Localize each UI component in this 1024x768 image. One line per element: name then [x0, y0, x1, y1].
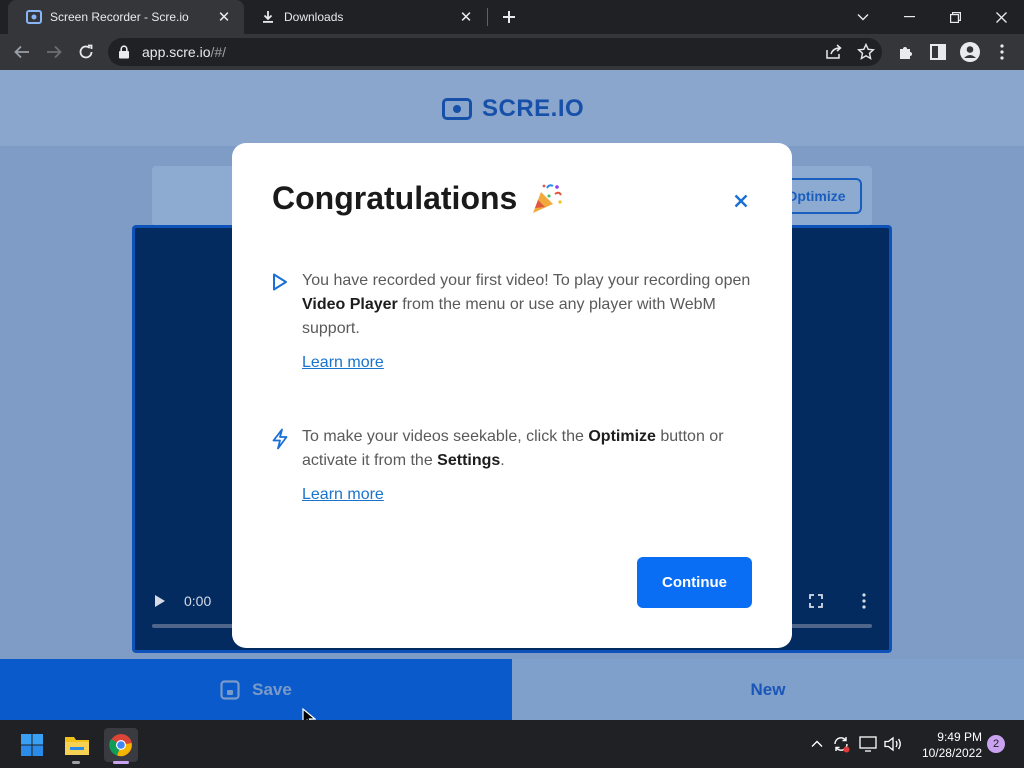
learn-more-link-player[interactable]: Learn more [302, 354, 384, 372]
star-icon[interactable] [856, 42, 876, 61]
extensions-icon[interactable] [897, 43, 915, 61]
sync-icon[interactable] [831, 734, 851, 754]
more-options-icon[interactable] [856, 592, 872, 610]
chrome-icon[interactable] [104, 728, 138, 762]
file-explorer-icon[interactable] [60, 728, 94, 762]
save-button[interactable]: Save [0, 659, 512, 720]
close-icon[interactable]: ✕ [456, 7, 476, 27]
tab-title: Screen Recorder - Scre.io [50, 10, 189, 24]
lightning-icon [270, 428, 290, 450]
logo-icon [442, 98, 472, 120]
info-text-player: You have recorded your first video! To p… [302, 272, 751, 337]
learn-more-link-optimize[interactable]: Learn more [302, 486, 384, 504]
fullscreen-icon[interactable] [808, 593, 824, 609]
new-tab-icon[interactable] [498, 6, 520, 28]
restore-icon[interactable] [932, 0, 978, 34]
lock-icon[interactable] [118, 45, 130, 59]
save-icon [220, 679, 240, 700]
screen-recorder-favicon [26, 9, 42, 25]
menu-dots-icon[interactable] [996, 43, 1008, 61]
info-text-optimize: To make your videos seekable, click the … [302, 428, 724, 469]
play-icon[interactable] [152, 592, 168, 610]
save-label: Save [252, 679, 292, 699]
share-icon[interactable] [825, 44, 843, 60]
chevron-up-icon[interactable] [807, 734, 827, 754]
party-popper-icon [529, 182, 563, 216]
profile-icon[interactable] [959, 41, 981, 63]
new-button[interactable]: New [512, 659, 1024, 720]
notification-badge[interactable]: 2 [987, 735, 1005, 753]
download-icon [260, 9, 276, 25]
close-window-icon[interactable] [978, 0, 1024, 34]
active-indicator [113, 761, 129, 764]
tab-screen-recorder[interactable]: Screen Recorder - Scre.io ✕ [8, 0, 244, 34]
network-icon[interactable] [858, 734, 878, 754]
close-icon[interactable] [730, 190, 752, 212]
windows-start-icon[interactable] [15, 728, 49, 762]
taskbar-clock[interactable]: 9:49 PM 10/28/2022 [908, 729, 982, 761]
scre-io-logo: SCRE.IO [442, 95, 584, 122]
back-arrow-icon[interactable] [8, 38, 36, 66]
reload-icon[interactable] [72, 38, 100, 66]
play-outline-icon [270, 272, 290, 292]
minimize-icon[interactable] [886, 0, 932, 34]
chevron-down-icon[interactable] [840, 0, 886, 34]
dialog-title: Congratulations [272, 180, 563, 217]
tab-downloads[interactable]: Downloads ✕ [244, 0, 486, 34]
continue-button[interactable]: Continue [637, 557, 752, 608]
volume-icon[interactable] [883, 734, 903, 754]
forward-arrow-icon[interactable] [40, 38, 68, 66]
running-indicator [72, 761, 80, 764]
url-text: app.scre.io/#/ [142, 44, 227, 60]
side-panel-icon[interactable] [929, 43, 947, 61]
tab-separator [487, 8, 488, 26]
video-time: 0:00 [184, 593, 212, 609]
close-icon[interactable]: ✕ [214, 7, 234, 27]
tab-title: Downloads [284, 10, 344, 24]
